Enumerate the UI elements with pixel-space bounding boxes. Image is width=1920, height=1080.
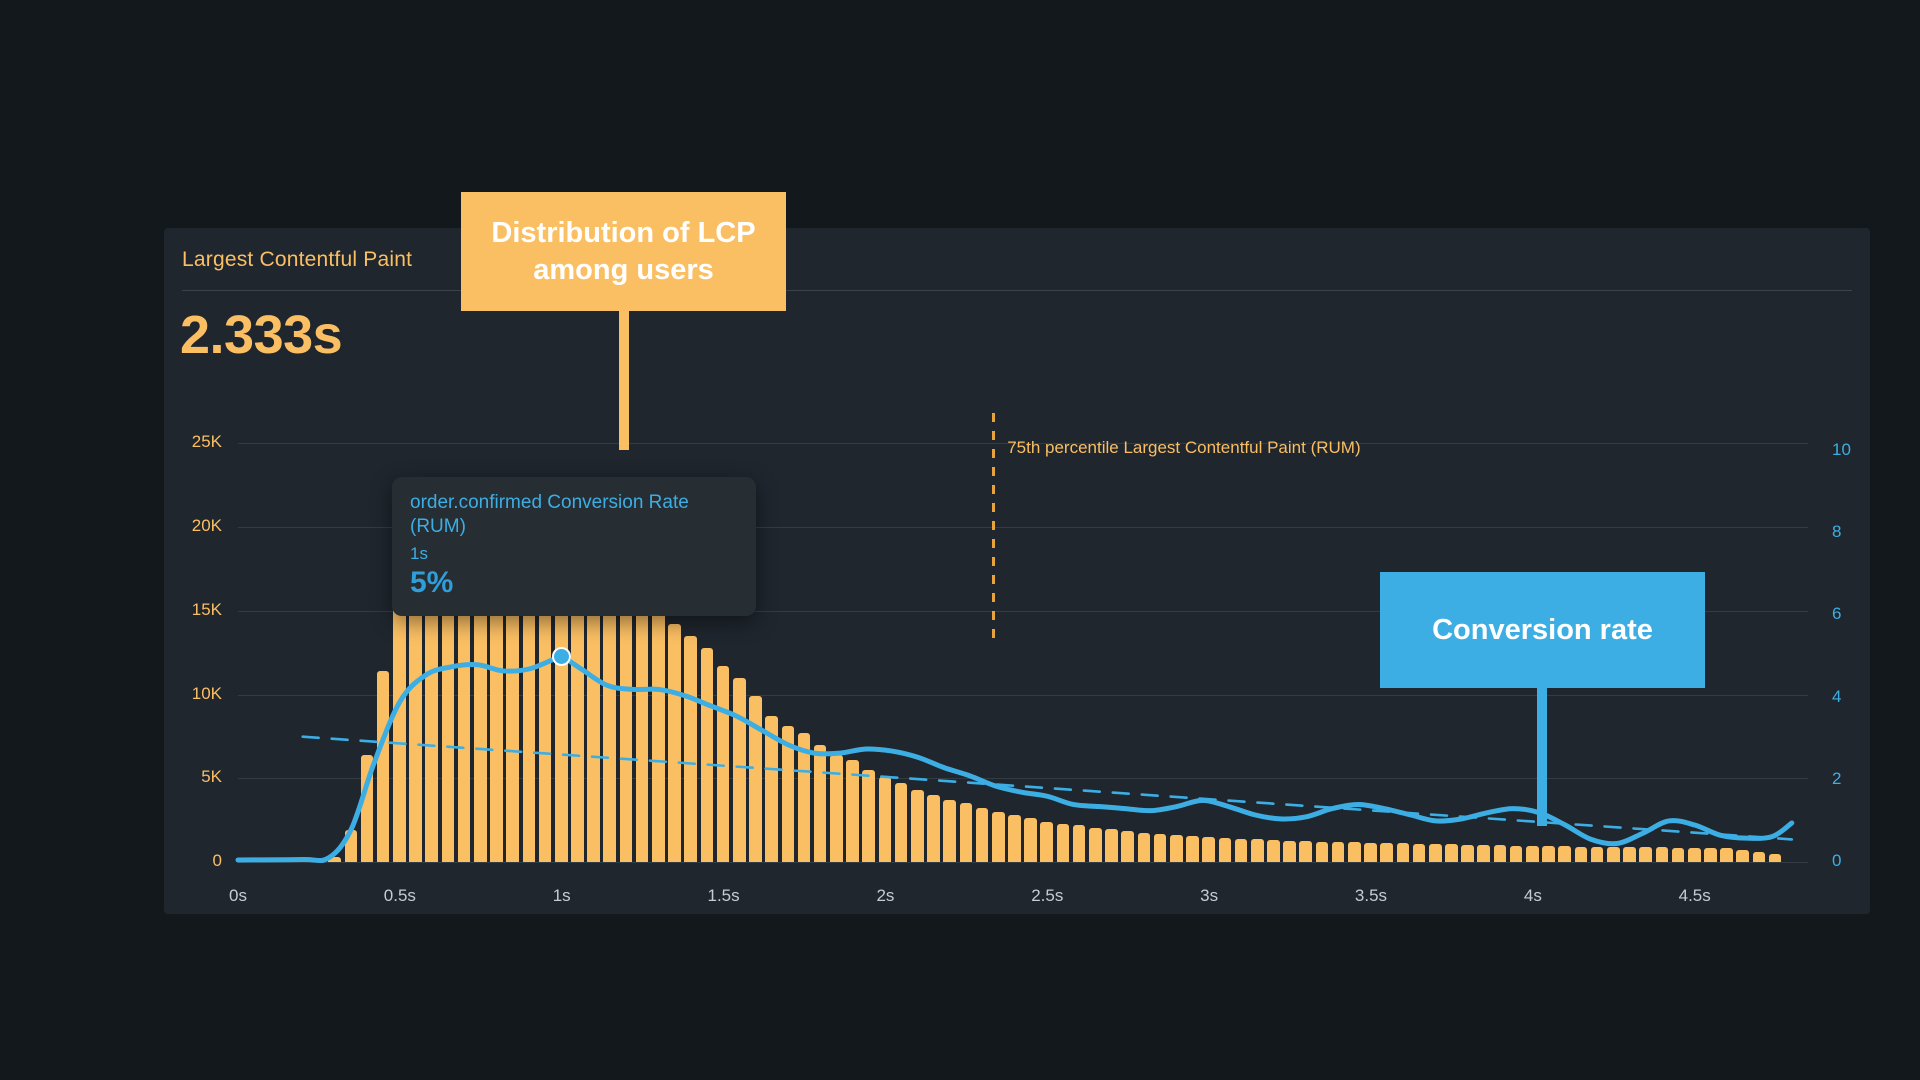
y-axis-right-tick: 8 xyxy=(1832,522,1842,542)
x-axis-tick: 1s xyxy=(552,886,571,905)
y-axis-right-tick: 2 xyxy=(1832,768,1842,788)
series-tooltip: order.confirmed Conversion Rate (RUM) 1s… xyxy=(392,477,756,616)
y-axis-right-tick: 4 xyxy=(1832,686,1842,706)
tooltip-title: order.confirmed Conversion Rate (RUM) xyxy=(410,492,689,537)
x-axis-tick: 3s xyxy=(1200,886,1219,905)
distribution-callout-label: Distribution of LCP among users xyxy=(491,217,756,286)
distribution-callout-stem xyxy=(619,305,629,450)
y-axis-right-tick: 10 xyxy=(1832,440,1851,460)
y-axis-left-tick: 5K xyxy=(201,767,222,787)
y-axis-left-tick: 25K xyxy=(191,432,222,452)
x-axis-tick: 4.5s xyxy=(1678,886,1711,905)
y-axis-left-tick: 0 xyxy=(212,851,222,870)
screen-root: Largest Contentful Paint 2.333s 0 5K 10K 15… xyxy=(0,0,1920,1080)
percentile-75-label: 75th percentile Largest Contentful Paint… xyxy=(1007,438,1361,457)
y-axis-left-tick: 10K xyxy=(191,683,222,703)
x-axis-tick: 1.5s xyxy=(707,886,740,905)
y-axis-right-tick: 0 xyxy=(1832,851,1842,870)
gridline xyxy=(238,862,1808,863)
x-axis-tick: 2s xyxy=(876,886,895,905)
y-axis-left-tick: 20K xyxy=(191,516,222,536)
x-axis-tick: 3.5s xyxy=(1354,886,1388,905)
x-axis-tick: 4s xyxy=(1523,886,1542,905)
conversion-callout-label: Conversion rate xyxy=(1432,613,1653,646)
metric-value: 2.333s xyxy=(180,305,343,365)
x-axis-tick: 0s xyxy=(229,886,247,905)
tooltip-value: 5% xyxy=(410,565,454,599)
conversion-callout-stem xyxy=(1537,686,1547,826)
x-axis-tick: 0.5s xyxy=(383,886,416,905)
tooltip-subtitle: 1s xyxy=(410,543,428,563)
distribution-callout: Distribution of LCP among users xyxy=(461,192,786,311)
x-axis-tick: 2.5s xyxy=(1031,886,1064,905)
percentile-75-line xyxy=(991,413,995,639)
y-axis-left-tick: 15K xyxy=(191,599,222,619)
conversion-callout: Conversion rate xyxy=(1380,572,1705,688)
page-title: Largest Contentful Paint xyxy=(182,248,413,271)
y-axis-right-tick: 6 xyxy=(1832,604,1842,624)
title-divider xyxy=(182,290,1852,291)
